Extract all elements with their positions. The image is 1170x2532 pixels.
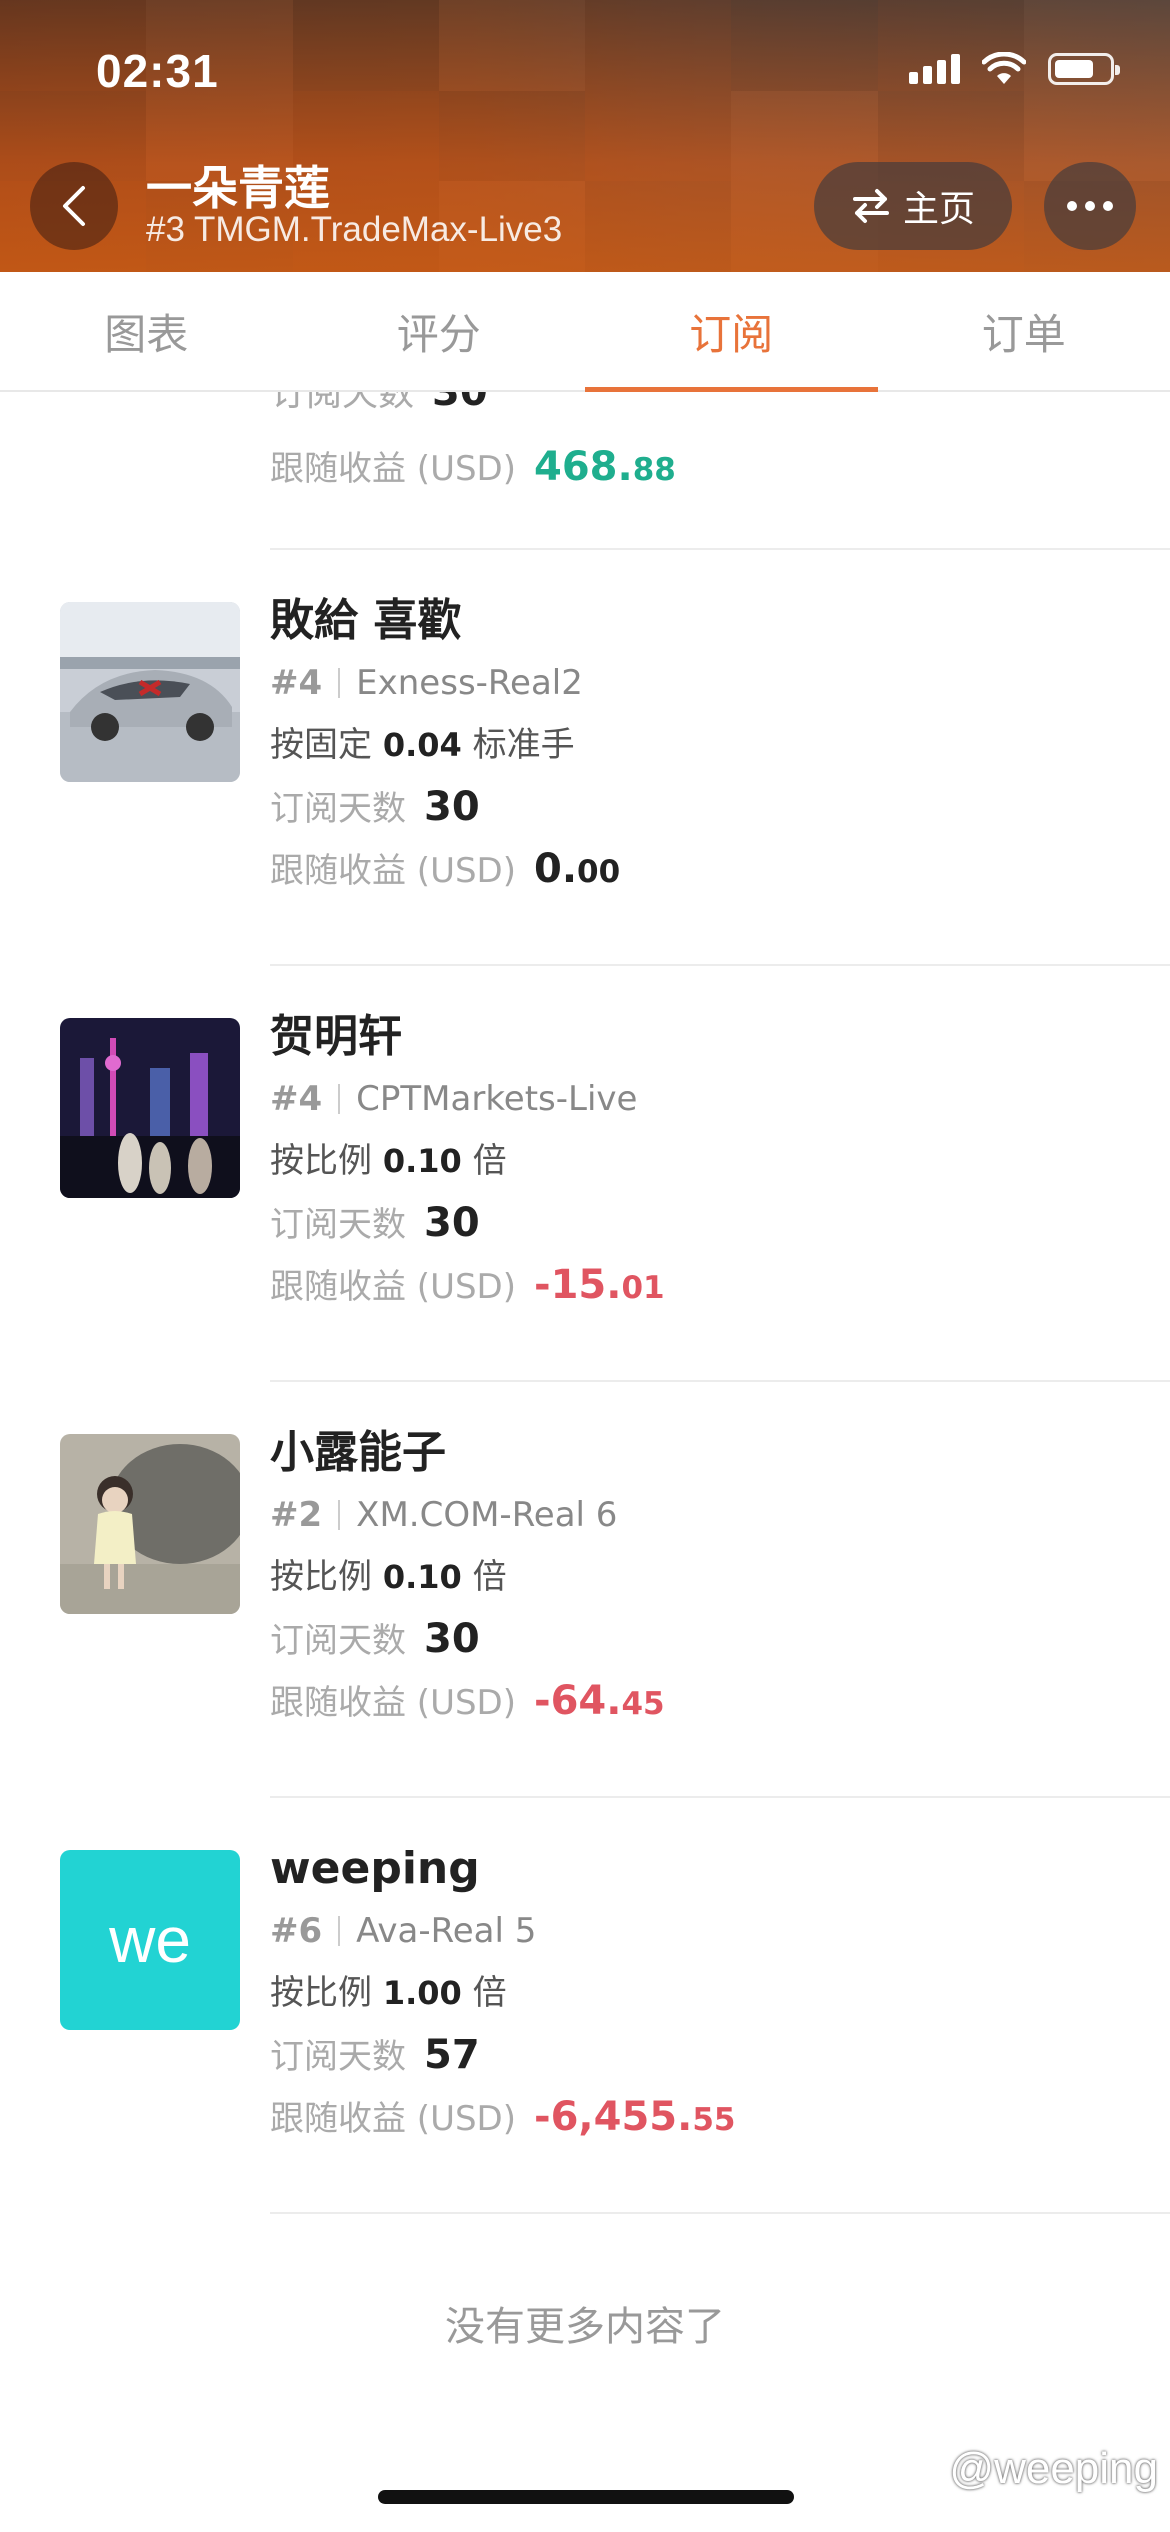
avatar[interactable]: we	[60, 1850, 240, 2030]
copy-mode: 按比例 1.00 倍	[270, 1973, 507, 2013]
home-button[interactable]: 主页	[814, 162, 1012, 250]
days-label: 订阅天数	[270, 1205, 406, 1245]
profit-label: 跟随收益 (USD)	[270, 2099, 516, 2139]
wifi-icon	[982, 52, 1026, 84]
switch-arrows-icon	[852, 189, 889, 223]
avatar[interactable]	[60, 1018, 240, 1198]
days-label: 订阅天数	[270, 1621, 406, 1661]
home-indicator[interactable]	[378, 2490, 794, 2504]
days-value: 57	[424, 2032, 480, 2078]
broker-account: CPTMarkets-Live	[356, 1079, 638, 1119]
cellular-signal-icon	[909, 54, 960, 84]
more-dots-icon	[1067, 201, 1077, 211]
account-subtitle: #3 TMGM.TradeMax-Live3	[146, 210, 563, 249]
broker-account: XM.COM-Real 6	[356, 1495, 618, 1535]
avatar[interactable]	[60, 602, 240, 782]
days-value: 30	[432, 392, 488, 415]
days-label: 订阅天数	[270, 789, 406, 829]
list-item[interactable]: 敗給 喜歡 #4 Exness-Real2 按固定 0.04 标准手 订阅天数 30…	[0, 550, 1170, 966]
rank-badge: #4	[270, 663, 323, 703]
tab-rating[interactable]: 评分	[293, 272, 586, 390]
tab-orders[interactable]: 订单	[878, 272, 1170, 390]
watermark: @weeping	[949, 2444, 1158, 2493]
subscriber-name: 敗給 喜歡	[270, 595, 462, 646]
copy-mode: 按比例 0.10 倍	[270, 1141, 507, 1181]
end-of-list-text: 没有更多内容了	[445, 2304, 725, 2350]
profit-value: -15.01	[534, 1262, 665, 1308]
battery-icon	[1048, 53, 1120, 85]
back-button[interactable]	[30, 162, 118, 250]
we-logo: we	[109, 1904, 191, 1976]
rank-badge: #2	[270, 1495, 323, 1535]
home-button-label: 主页	[902, 189, 975, 230]
subscriber-name: weeping	[270, 1843, 480, 1894]
days-value: 30	[424, 1200, 480, 1246]
broker-account: Ava-Real 5	[356, 1911, 537, 1951]
child-photo	[60, 1434, 240, 1614]
copy-mode: 按比例 0.10 倍	[270, 1557, 507, 1597]
profile-header: 02:31 一朵青莲 #3 TMGM.TradeMax-Live3 主页	[0, 0, 1170, 272]
profit-value: -6,455.55	[534, 2094, 736, 2140]
profit-label: 跟随收益 (USD)	[270, 1267, 516, 1307]
status-time: 02:31	[96, 45, 219, 97]
page-title: 一朵青莲	[146, 161, 330, 215]
profit-label: 跟随收益 (USD)	[270, 1683, 516, 1723]
days-label: 订阅天数	[270, 2037, 406, 2077]
tab-bar: 图表 评分 订阅 订单	[0, 272, 1170, 392]
subscriber-name: 小露能子	[270, 1427, 446, 1478]
copy-mode: 按固定 0.04 标准手	[270, 725, 575, 765]
profit-value: -64.45	[534, 1678, 665, 1724]
list-item[interactable]: 小露能子 #2 XM.COM-Real 6 按比例 0.10 倍 订阅天数 30 跟…	[0, 1382, 1170, 1798]
tab-chart[interactable]: 图表	[0, 272, 293, 390]
tab-subscription[interactable]: 订阅	[585, 272, 878, 392]
status-bar: 02:31	[0, 0, 1170, 150]
subscriber-list: 订阅天数 30 跟随收益 (USD) 468.88 敗給 喜歡 #4 Exness	[0, 392, 1170, 2214]
city-night-photo	[60, 1018, 240, 1198]
list-item-partial[interactable]: 订阅天数 30 跟随收益 (USD) 468.88	[270, 392, 1170, 550]
days-label: 订阅天数	[270, 392, 415, 414]
subscriber-name: 贺明轩	[270, 1011, 402, 1062]
chevron-left-icon	[63, 186, 85, 226]
car-photo	[60, 602, 240, 782]
list-item[interactable]: we weeping #6 Ava-Real 5 按比例 1.00 倍 订阅天数 5…	[0, 1798, 1170, 2214]
avatar[interactable]	[60, 1434, 240, 1614]
more-options-button[interactable]	[1044, 162, 1136, 250]
days-value: 30	[424, 1616, 480, 1662]
profit-value: 468.88	[534, 444, 676, 490]
rank-badge: #6	[270, 1911, 323, 1951]
profit-label: 跟随收益 (USD)	[270, 449, 516, 489]
list-item[interactable]: 贺明轩 #4 CPTMarkets-Live 按比例 0.10 倍 订阅天数 30 …	[0, 966, 1170, 1382]
rank-badge: #4	[270, 1079, 323, 1119]
profit-value: 0.00	[534, 846, 621, 892]
broker-account: Exness-Real2	[356, 663, 583, 703]
profit-label: 跟随收益 (USD)	[270, 851, 516, 891]
days-value: 30	[424, 784, 480, 830]
